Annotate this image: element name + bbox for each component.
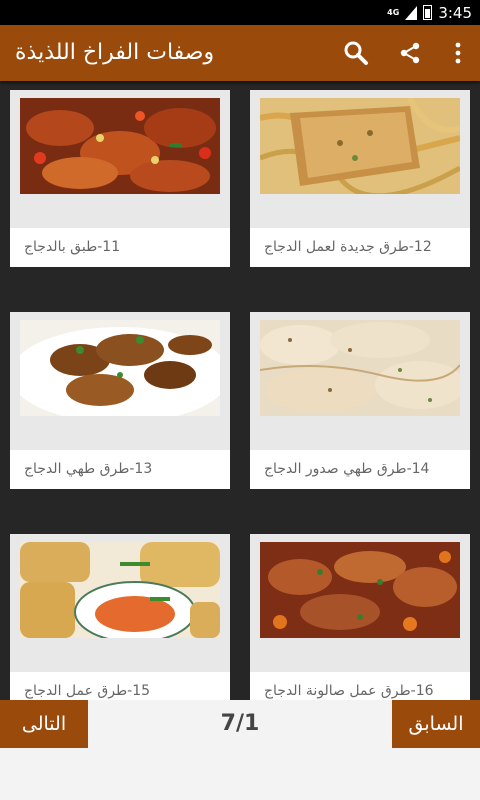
recipe-card[interactable]: 15-طرق عمل الدجاج — [10, 534, 230, 700]
recipe-title: 16-طرق عمل صالونة الدجاج — [264, 683, 434, 699]
share-icon — [400, 42, 420, 64]
search-button[interactable] — [332, 25, 380, 81]
recipe-card[interactable]: 11-طبق بالدجاج — [10, 90, 230, 267]
recipe-card[interactable]: 12-طرق جديدة لعمل الدجاج — [250, 90, 470, 267]
clock: 3:45 — [438, 3, 472, 22]
recipe-photo — [260, 98, 460, 194]
recipe-image-frame — [10, 312, 230, 450]
next-button[interactable]: التالى — [0, 700, 88, 748]
recipe-image-frame — [250, 90, 470, 228]
recipe-photo — [20, 320, 220, 416]
recipe-photo — [260, 542, 460, 638]
network-type: 4G — [387, 7, 400, 17]
recipe-title: 14-طرق طهي صدور الدجاج — [264, 461, 430, 477]
recipe-card[interactable]: 14-طرق طهي صدور الدجاج — [250, 312, 470, 489]
overflow-menu-icon — [455, 42, 461, 64]
recipe-grid: 11-طبق بالدجاج 12-طرق جديدة لعمل الدجاج — [0, 81, 480, 700]
recipe-photo — [20, 98, 220, 194]
recipe-title: 15-طرق عمل الدجاج — [24, 683, 151, 699]
pagination-bar: التالى 7/1 السابق — [0, 700, 480, 800]
status-bar: 4G 3:45 — [0, 0, 480, 25]
battery-icon — [423, 5, 433, 20]
recipe-title: 12-طرق جديدة لعمل الدجاج — [264, 239, 432, 255]
app-title: وصفات الفراخ اللذيذة — [15, 40, 215, 65]
overflow-menu-button[interactable] — [434, 25, 480, 81]
recipe-image-frame — [250, 312, 470, 450]
recipe-title: 11-طبق بالدجاج — [24, 239, 121, 255]
previous-button[interactable]: السابق — [392, 700, 480, 748]
app-bar: وصفات الفراخ اللذيذة — [0, 25, 480, 81]
recipe-title: 13-طرق طهي الدجاج — [24, 461, 153, 477]
recipe-image-frame — [10, 534, 230, 672]
page-indicator: 7/1 — [220, 711, 260, 736]
signal-icon — [405, 5, 418, 20]
search-icon — [344, 41, 368, 65]
recipe-photo — [20, 542, 220, 638]
recipe-card[interactable]: 13-طرق طهي الدجاج — [10, 312, 230, 489]
share-button[interactable] — [386, 25, 434, 81]
recipe-image-frame — [250, 534, 470, 672]
recipe-card[interactable]: 16-طرق عمل صالونة الدجاج — [250, 534, 470, 700]
recipe-image-frame — [10, 90, 230, 228]
recipe-photo — [260, 320, 460, 416]
